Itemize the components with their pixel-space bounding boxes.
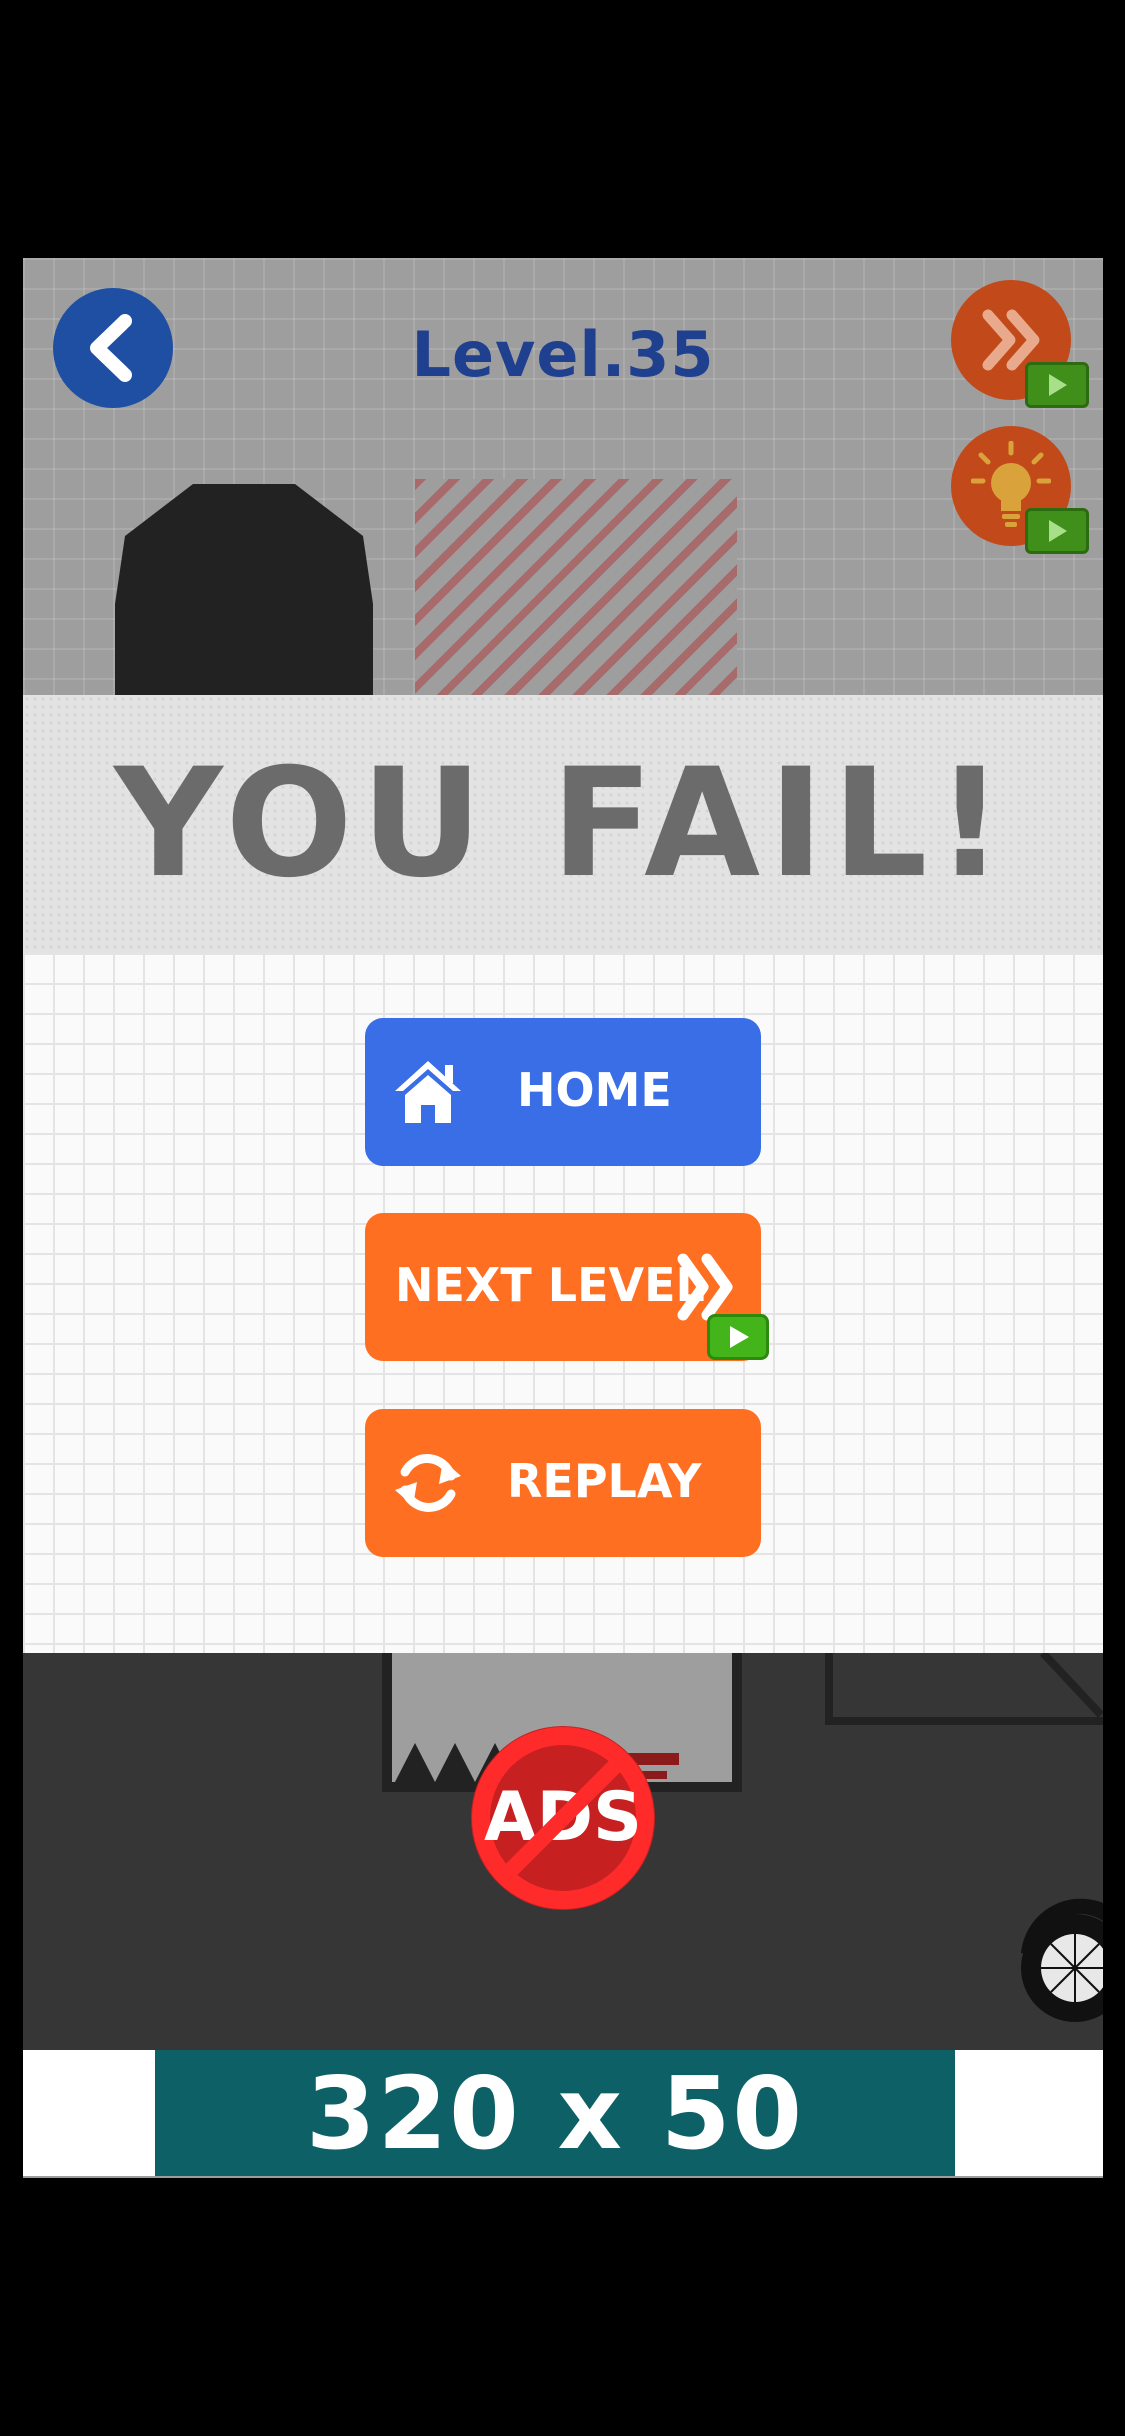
video-play-icon	[1025, 508, 1089, 554]
game-board-top: Level.35	[23, 258, 1103, 744]
remove-ads-button[interactable]: ADS	[463, 1718, 663, 1918]
video-play-icon	[707, 1314, 769, 1360]
home-button-label: HOME	[517, 1063, 672, 1117]
result-title: YOU FAIL!	[114, 737, 1012, 911]
refresh-icon	[395, 1454, 461, 1512]
replay-button-label: REPLAY	[507, 1454, 702, 1508]
result-menu-panel: HOME NEXT LEVEL REPLAY	[23, 953, 1103, 1653]
level-title: Level.35	[411, 318, 715, 391]
game-screen: Level.35 YOU FAIL! HOME NEXT LEVEL REPLA…	[23, 258, 1103, 2178]
no-ads-icon: ADS	[471, 1726, 655, 1910]
video-play-icon	[1025, 362, 1089, 408]
next-level-button[interactable]: NEXT LEVEL	[365, 1213, 761, 1361]
result-banner: YOU FAIL!	[23, 695, 1103, 953]
next-level-button-label: NEXT LEVEL	[395, 1258, 705, 1312]
replay-button[interactable]: REPLAY	[365, 1409, 761, 1557]
home-icon	[395, 1061, 461, 1123]
ad-banner-text: 320 x 50	[305, 2054, 805, 2172]
ad-banner[interactable]: 320 x 50	[155, 2050, 955, 2176]
hatched-drawing-zone	[415, 479, 737, 699]
home-button[interactable]: HOME	[365, 1018, 761, 1166]
